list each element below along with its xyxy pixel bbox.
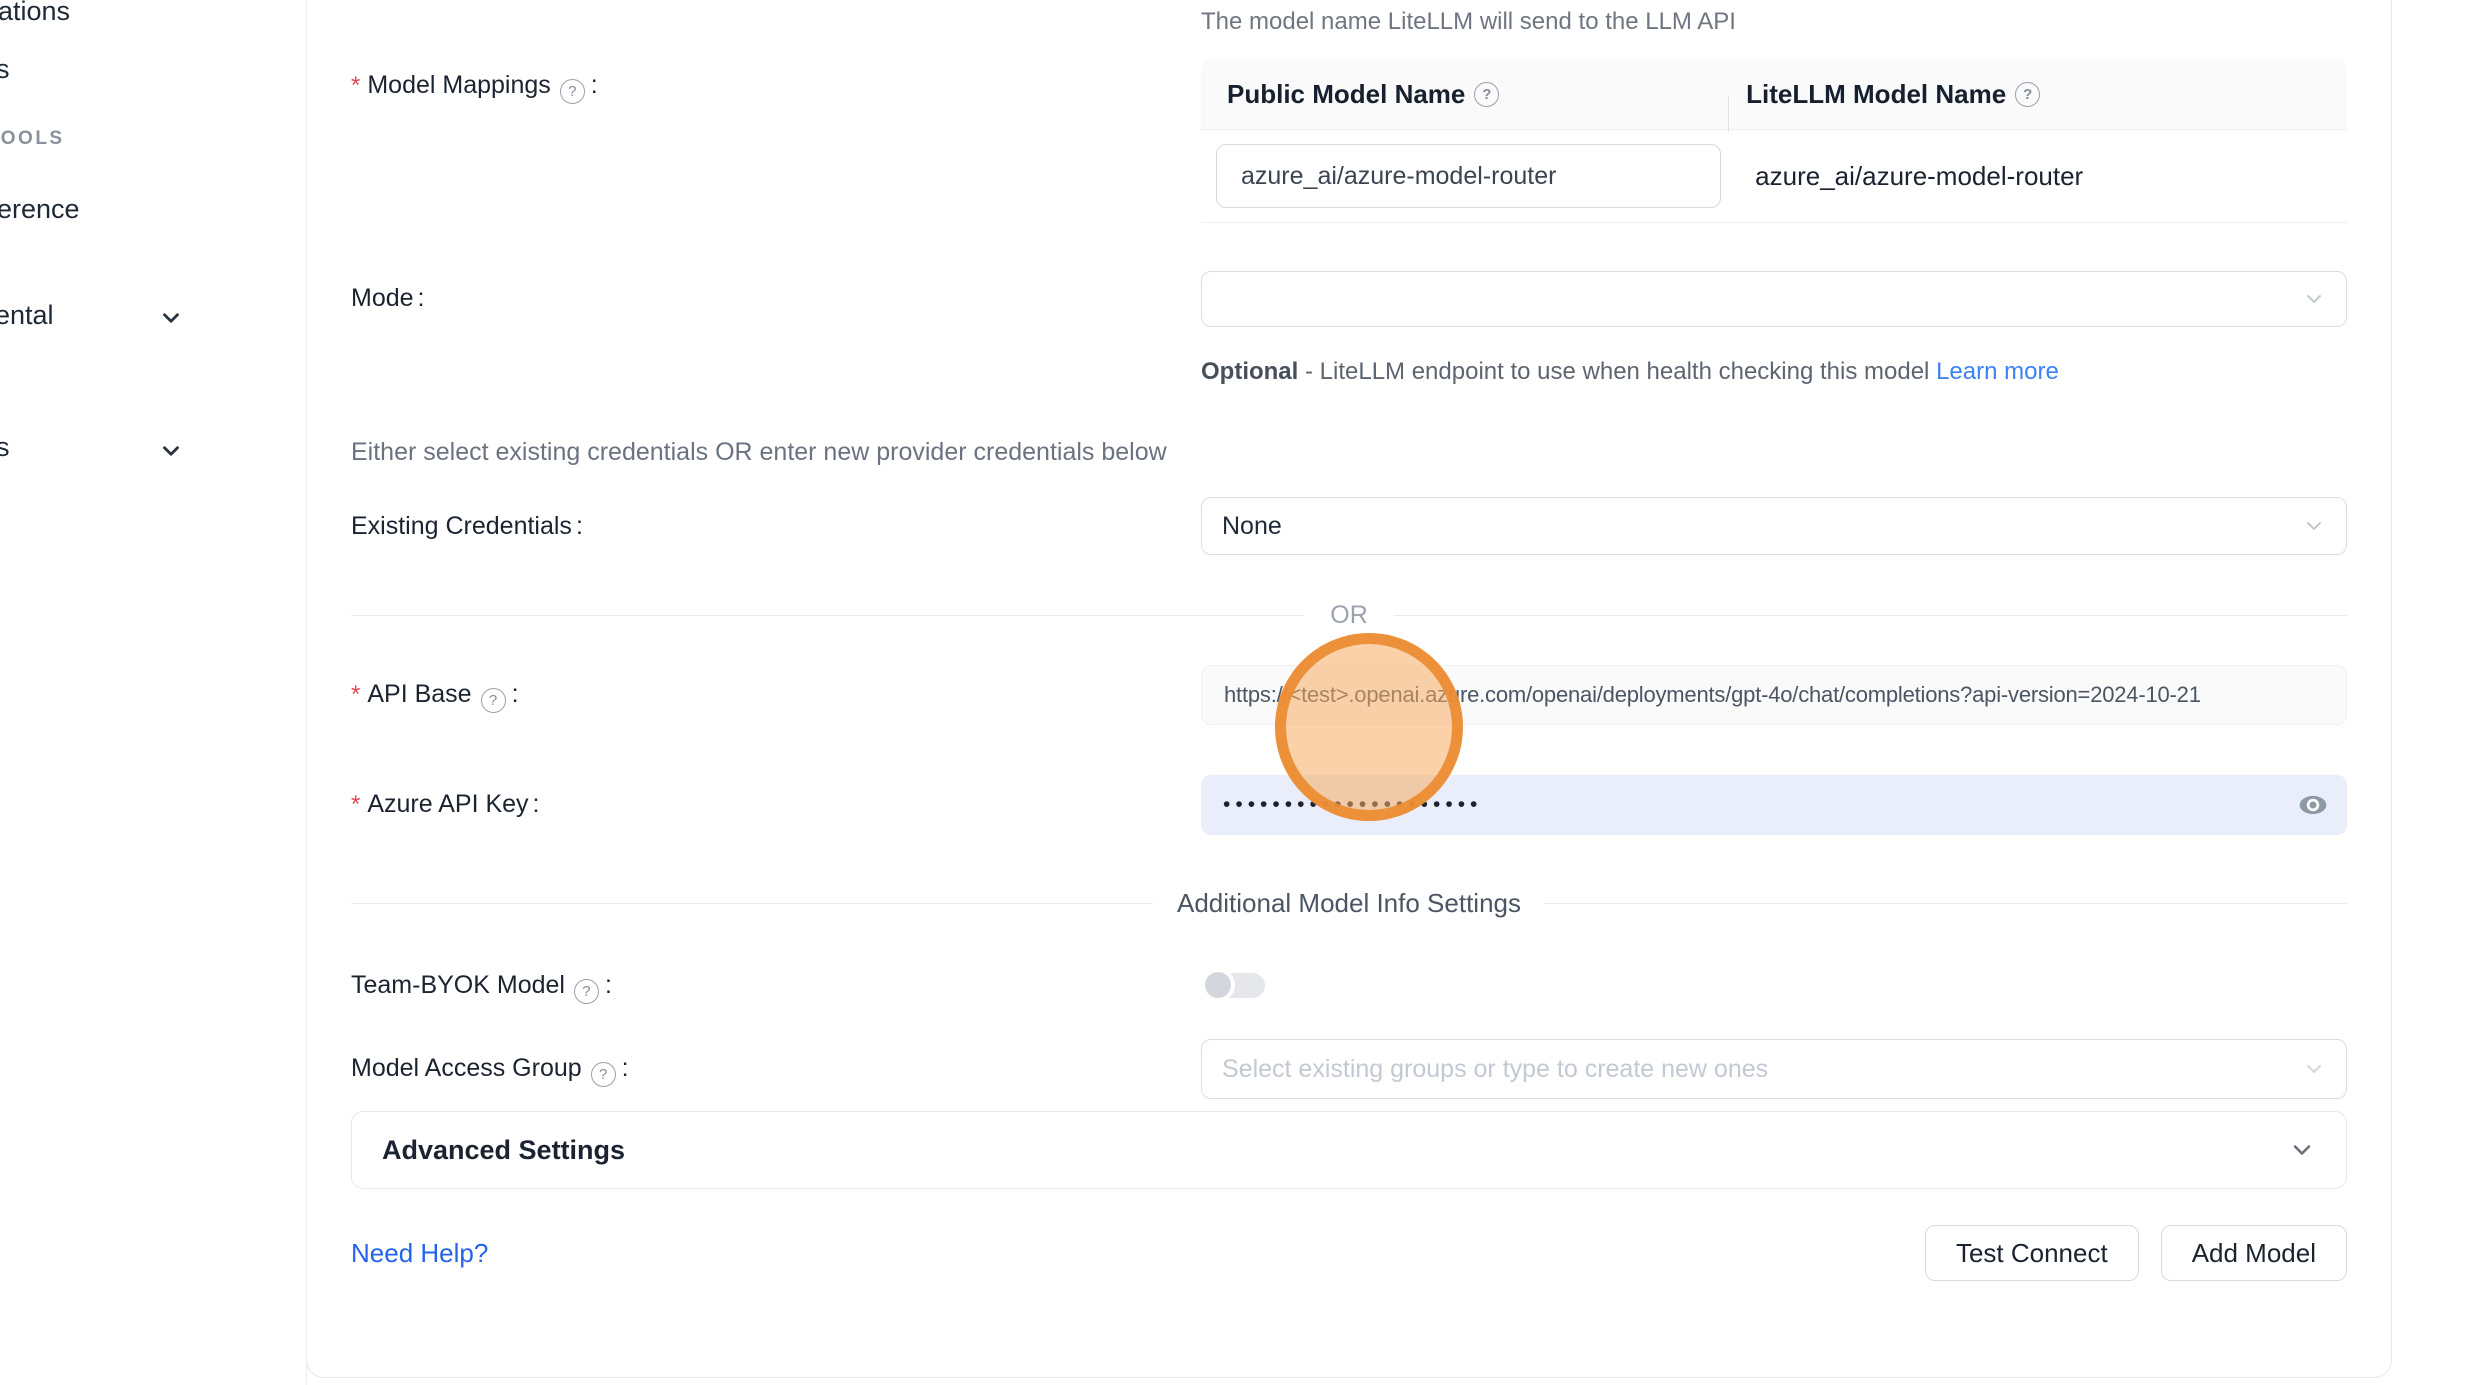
chevron-down-icon <box>2288 1136 2316 1164</box>
azure-api-key-label: *Azure API Key: <box>351 775 1201 819</box>
model-access-group-select[interactable]: Select existing groups or type to create… <box>1201 1039 2347 1099</box>
model-access-group-label: Model Access Group?: <box>351 1039 1201 1087</box>
model-access-group-placeholder: Select existing groups or type to create… <box>1222 1055 1768 1084</box>
mode-row: Mode: Optional - LiteLLM endpoint to use… <box>351 271 2347 391</box>
team-byok-label: Team-BYOK Model?: <box>351 968 1201 1004</box>
existing-credentials-label: Existing Credentials: <box>351 497 1201 541</box>
sidebar-item-fragment[interactable]: ental <box>0 300 54 331</box>
sidebar-item-fragment[interactable]: s <box>0 432 10 463</box>
add-model-page: ations s TOOLS erence ental s The model … <box>0 0 2477 1385</box>
chevron-down-icon <box>2302 287 2326 311</box>
eye-icon[interactable] <box>2297 789 2329 821</box>
litellm-model-name-value: azure_ai/azure-model-router <box>1728 161 2347 192</box>
chevron-down-icon <box>2302 514 2326 538</box>
help-icon[interactable]: ? <box>560 79 585 104</box>
model-mappings-row: *Model Mappings?: Public Model Name? Lit… <box>351 59 2347 223</box>
sidebar: ations s TOOLS erence ental s <box>0 0 307 1385</box>
existing-credentials-value: None <box>1222 512 1282 541</box>
help-icon[interactable]: ? <box>481 688 506 713</box>
litellm-model-name-header: LiteLLM Model Name? <box>1728 79 2347 110</box>
mode-helper-text: Optional - LiteLLM endpoint to use when … <box>1201 353 2081 391</box>
add-model-button[interactable]: Add Model <box>2161 1225 2347 1281</box>
api-base-input[interactable]: https://<test>.openai.azure.com/openai/d… <box>1201 665 2347 725</box>
required-marker: * <box>351 791 360 818</box>
or-divider-text: OR <box>1304 601 1394 630</box>
azure-api-key-input[interactable]: ••••••••••••••••••••• <box>1201 775 2347 835</box>
model-mappings-table: Public Model Name? LiteLLM Model Name? a… <box>1201 59 2347 223</box>
chevron-down-icon <box>158 438 184 464</box>
model-mappings-label: *Model Mappings?: <box>351 59 1201 104</box>
sidebar-item-fragment[interactable]: ations <box>0 0 70 27</box>
chevron-down-icon <box>158 305 184 331</box>
sidebar-section-tools: TOOLS <box>0 128 65 150</box>
advanced-settings-label: Advanced Settings <box>382 1135 625 1166</box>
public-model-name-header: Public Model Name? <box>1201 79 1728 110</box>
form-footer: Need Help? Test Connect Add Model <box>351 1225 2347 1281</box>
public-model-name-input[interactable]: azure_ai/azure-model-router <box>1216 144 1721 208</box>
help-icon[interactable]: ? <box>591 1062 616 1087</box>
existing-credentials-select[interactable]: None <box>1201 497 2347 555</box>
test-connect-button[interactable]: Test Connect <box>1925 1225 2139 1281</box>
existing-credentials-row: Existing Credentials: None <box>351 497 2347 555</box>
table-row: azure_ai/azure-model-router azure_ai/azu… <box>1201 130 2347 223</box>
team-byok-row: Team-BYOK Model?: <box>351 968 2347 1004</box>
add-model-card: The model name LiteLLM will send to the … <box>306 0 2392 1378</box>
required-marker: * <box>351 72 360 99</box>
column-separator <box>1728 96 1729 132</box>
divider-line <box>1394 615 2347 616</box>
or-divider: OR <box>351 590 2347 640</box>
required-marker: * <box>351 681 360 708</box>
sidebar-item-fragment[interactable]: erence <box>0 194 80 225</box>
azure-api-key-row: *Azure API Key: ••••••••••••••••••••• <box>351 775 2347 835</box>
help-icon[interactable]: ? <box>574 979 599 1004</box>
learn-more-link[interactable]: Learn more <box>1936 358 2059 385</box>
need-help-link[interactable]: Need Help? <box>351 1238 488 1269</box>
model-access-group-row: Model Access Group?: Select existing gro… <box>351 1039 2347 1099</box>
chevron-down-icon <box>2302 1057 2326 1081</box>
team-byok-toggle[interactable] <box>1201 968 1267 1002</box>
table-header-row: Public Model Name? LiteLLM Model Name? <box>1201 59 2347 130</box>
masked-api-key: ••••••••••••••••••••• <box>1223 793 1482 817</box>
sidebar-item-fragment[interactable]: s <box>0 54 10 85</box>
toggle-knob <box>1201 968 1235 1002</box>
api-base-label: *API Base?: <box>351 665 1201 713</box>
info-settings-divider-text: Additional Model Info Settings <box>1153 888 1545 919</box>
api-base-row: *API Base?: https://<test>.openai.azure.… <box>351 665 2347 725</box>
divider-line <box>351 903 1153 904</box>
info-settings-divider: Additional Model Info Settings <box>351 878 2347 928</box>
advanced-settings-panel[interactable]: Advanced Settings <box>351 1111 2347 1189</box>
mode-label: Mode: <box>351 271 1201 313</box>
divider-line <box>1545 903 2347 904</box>
model-name-helper: The model name LiteLLM will send to the … <box>1201 7 2347 37</box>
help-icon[interactable]: ? <box>2015 82 2040 107</box>
mode-select[interactable] <box>1201 271 2347 327</box>
credentials-note: Either select existing credentials OR en… <box>351 437 2347 467</box>
help-icon[interactable]: ? <box>1474 82 1499 107</box>
divider-line <box>351 615 1304 616</box>
